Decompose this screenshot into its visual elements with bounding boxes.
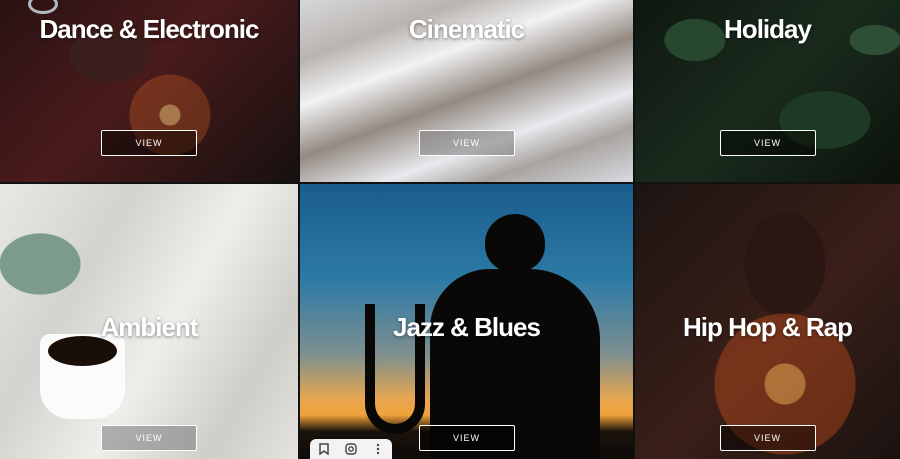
view-button[interactable]: VIEW xyxy=(719,130,816,156)
genre-title: Cinematic xyxy=(408,14,525,44)
genre-title: Jazz & Blues xyxy=(393,312,541,342)
genre-tile-holiday[interactable]: Holiday VIEW xyxy=(635,0,900,182)
decorative-bubble xyxy=(28,0,58,14)
saxophonist-head-image xyxy=(485,214,545,272)
genre-title: Ambient xyxy=(100,312,199,342)
view-button[interactable]: VIEW xyxy=(418,425,515,451)
view-button[interactable]: VIEW xyxy=(101,425,197,451)
genre-tile-dance-electronic[interactable]: Dance & Electronic VIEW xyxy=(0,0,298,182)
image-toolbar xyxy=(310,439,392,459)
view-button[interactable]: VIEW xyxy=(418,130,515,156)
genre-grid: Dance & Electronic VIEW Cinematic VIEW H… xyxy=(0,0,900,459)
genre-title: Hip Hop & Rap xyxy=(683,312,853,342)
more-vertical-icon[interactable] xyxy=(368,441,388,457)
genre-title: Dance & Electronic xyxy=(39,14,260,44)
lens-icon[interactable] xyxy=(341,441,361,457)
genre-tile-ambient[interactable]: Ambient VIEW xyxy=(0,184,298,459)
view-button[interactable]: VIEW xyxy=(101,130,197,156)
genre-tile-hip-hop-rap[interactable]: Hip Hop & Rap VIEW xyxy=(635,184,900,459)
genre-title: Holiday xyxy=(724,14,812,44)
genre-tile-cinematic[interactable]: Cinematic VIEW xyxy=(300,0,633,182)
view-button[interactable]: VIEW xyxy=(719,425,816,451)
genre-tile-jazz-blues[interactable]: Jazz & Blues VIEW xyxy=(300,184,633,459)
bookmark-icon[interactable] xyxy=(314,441,334,457)
